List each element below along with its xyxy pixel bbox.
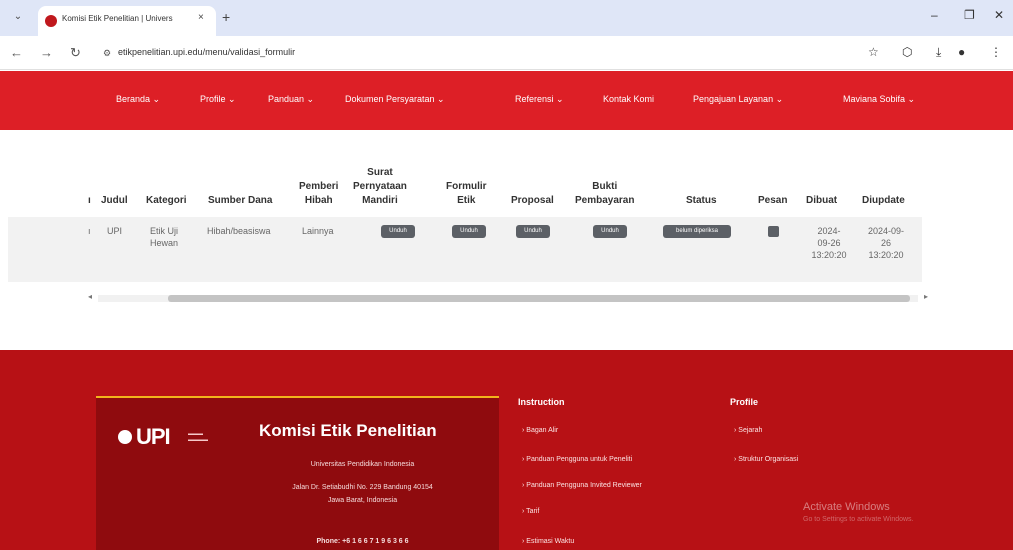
scroll-right-icon[interactable]: ▸ xyxy=(924,292,928,301)
windows-activation-title: Activate Windows xyxy=(803,501,890,513)
nav-item-beranda[interactable]: Beranda ⌄ xyxy=(116,94,160,105)
profile-avatar-icon[interactable]: ● xyxy=(958,45,965,59)
tab-close-icon[interactable]: × xyxy=(198,12,204,23)
windows-activation-subtitle: Go to Settings to activate Windows. xyxy=(803,516,914,523)
site-info-icon[interactable]: ⚙ xyxy=(103,48,111,59)
upi-logo-tagline: ▬▬▬ ▬▬▬▬ xyxy=(188,431,208,443)
footer-link-sejarah[interactable]: › Sejarah xyxy=(734,427,762,434)
header-kategori[interactable]: Kategori xyxy=(146,194,187,208)
tab-list-chevron-icon[interactable]: ⌄ xyxy=(10,9,26,25)
header-proposal[interactable]: Proposal xyxy=(511,194,554,208)
back-icon[interactable]: ← xyxy=(10,45,23,60)
address-toolbar: ← → ↻ ⚙ etikpenelitian.upi.edu/menu/vali… xyxy=(0,36,1013,70)
upi-logo-text: UPI xyxy=(136,424,171,449)
header-diupdate[interactable]: Diupdate xyxy=(862,194,905,208)
extension-icon[interactable]: ⬡ xyxy=(902,45,912,59)
nav-item-user[interactable]: Maviana Sobifa ⌄ xyxy=(843,94,915,105)
site-navbar: Beranda ⌄ Profile ⌄ Panduan ⌄ Dokumen Pe… xyxy=(0,71,1013,130)
footer-brand-title: Komisi Etik Penelitian xyxy=(259,421,437,440)
footer-link-tarif[interactable]: › Tarif xyxy=(522,508,539,515)
footer-link-struktur[interactable]: › Struktur Organisasi xyxy=(734,456,798,463)
browser-tab[interactable]: Komisi Etik Penelitian | Univers × xyxy=(38,6,216,36)
header-pesan[interactable]: Pesan xyxy=(758,194,787,208)
download-icon[interactable]: ⤓ xyxy=(936,45,941,60)
menu-kebab-icon[interactable]: ⋮ xyxy=(990,45,1002,59)
nav-item-referensi[interactable]: Referensi ⌄ xyxy=(515,94,564,105)
header-pemberi-hibah[interactable]: Pemberi Hibah xyxy=(299,180,338,208)
bookmark-star-icon[interactable]: ☆ xyxy=(868,45,879,59)
header-formulir[interactable]: Formulir Etik xyxy=(446,180,487,208)
tab-title: Komisi Etik Penelitian | Univers xyxy=(62,14,173,23)
browser-tabbar: ⌄ Komisi Etik Penelitian | Univers × + –… xyxy=(0,0,1013,36)
footer-profile-heading: Profile xyxy=(730,397,759,407)
footer-link-bagan-alir[interactable]: › Bagan Alir xyxy=(522,427,558,434)
col-marker: ı xyxy=(88,195,91,206)
nav-item-dokumen[interactable]: Dokumen Persyaratan ⌄ xyxy=(345,94,445,105)
nav-item-pengajuan[interactable]: Pengajuan Layanan ⌄ xyxy=(693,94,783,105)
cell-diupdate: 2024-09-26 13:20:20 xyxy=(867,226,905,260)
download-bukti-button[interactable]: Unduh xyxy=(593,225,627,238)
footer-link-panduan-peneliti[interactable]: › Panduan Pengguna untuk Peneliti xyxy=(522,456,632,463)
favicon-icon xyxy=(45,15,57,27)
footer: UPI ▬▬▬ ▬▬▬▬ Komisi Etik Penelitian Unive… xyxy=(0,350,1013,550)
header-sumber-dana[interactable]: Sumber Dana xyxy=(208,194,272,208)
cell-sumber-dana: Hibah/beasiswa xyxy=(207,226,271,236)
minimize-icon[interactable]: – xyxy=(931,8,938,22)
footer-phone: Phone: +6 1 6 6 7 1 9 6 3 6 6 xyxy=(316,538,409,545)
new-tab-icon[interactable]: + xyxy=(222,9,230,25)
nav-item-kontak[interactable]: Kontak Komi xyxy=(603,94,654,104)
header-status[interactable]: Status xyxy=(686,194,717,208)
message-icon[interactable] xyxy=(768,226,779,237)
cell-kategori: Etik Uji Hewan xyxy=(150,226,179,248)
footer-address-1: Jalan Dr. Setiabudhi No. 229 Bandung 401… xyxy=(292,484,433,491)
scroll-thumb[interactable] xyxy=(168,295,910,302)
download-proposal-button[interactable]: Unduh xyxy=(516,225,550,238)
header-surat[interactable]: Surat Pernyataan Mandiri xyxy=(353,166,407,208)
footer-link-estimasi[interactable]: › Estimasi Waktu xyxy=(522,538,574,545)
header-bukti[interactable]: Bukti Pembayaran xyxy=(575,180,634,208)
close-window-icon[interactable]: ✕ xyxy=(994,8,1004,22)
url-field[interactable]: etikpenelitian.upi.edu/menu/validasi_for… xyxy=(118,47,295,57)
footer-instruction-heading: Instruction xyxy=(518,397,565,407)
footer-address-2: Jawa Barat, Indonesia xyxy=(327,497,398,504)
row-marker: ı xyxy=(88,226,91,236)
footer-brand-box: UPI ▬▬▬ ▬▬▬▬ Komisi Etik Penelitian Unive… xyxy=(96,396,499,550)
status-badge: belum diperiksa xyxy=(663,225,731,238)
cell-pemberi-hibah: Lainnya xyxy=(302,226,334,236)
download-formulir-button[interactable]: Unduh xyxy=(452,225,486,238)
table-horizontal-scrollbar[interactable]: ◂ ▸ xyxy=(88,292,930,303)
cell-dibuat: 2024-09-26 13:20:20 xyxy=(811,226,847,260)
cell-judul: UPI xyxy=(107,226,123,236)
reload-icon[interactable]: ↻ xyxy=(70,45,81,61)
footer-link-panduan-reviewer[interactable]: › Panduan Pengguna Invited Reviewer xyxy=(522,482,642,489)
forward-icon[interactable]: → xyxy=(40,45,53,60)
nav-item-profile[interactable]: Profile ⌄ xyxy=(200,94,236,105)
footer-university: Universitas Pendidikan Indonesia xyxy=(310,461,415,468)
header-judul[interactable]: Judul xyxy=(101,194,128,208)
header-dibuat[interactable]: Dibuat xyxy=(806,194,837,208)
scroll-left-icon[interactable]: ◂ xyxy=(88,292,92,301)
maximize-icon[interactable]: ❐ xyxy=(964,8,975,22)
nav-item-panduan[interactable]: Panduan ⌄ xyxy=(268,94,314,105)
upi-emblem-icon xyxy=(118,430,132,444)
download-surat-button[interactable]: Unduh xyxy=(381,225,415,238)
